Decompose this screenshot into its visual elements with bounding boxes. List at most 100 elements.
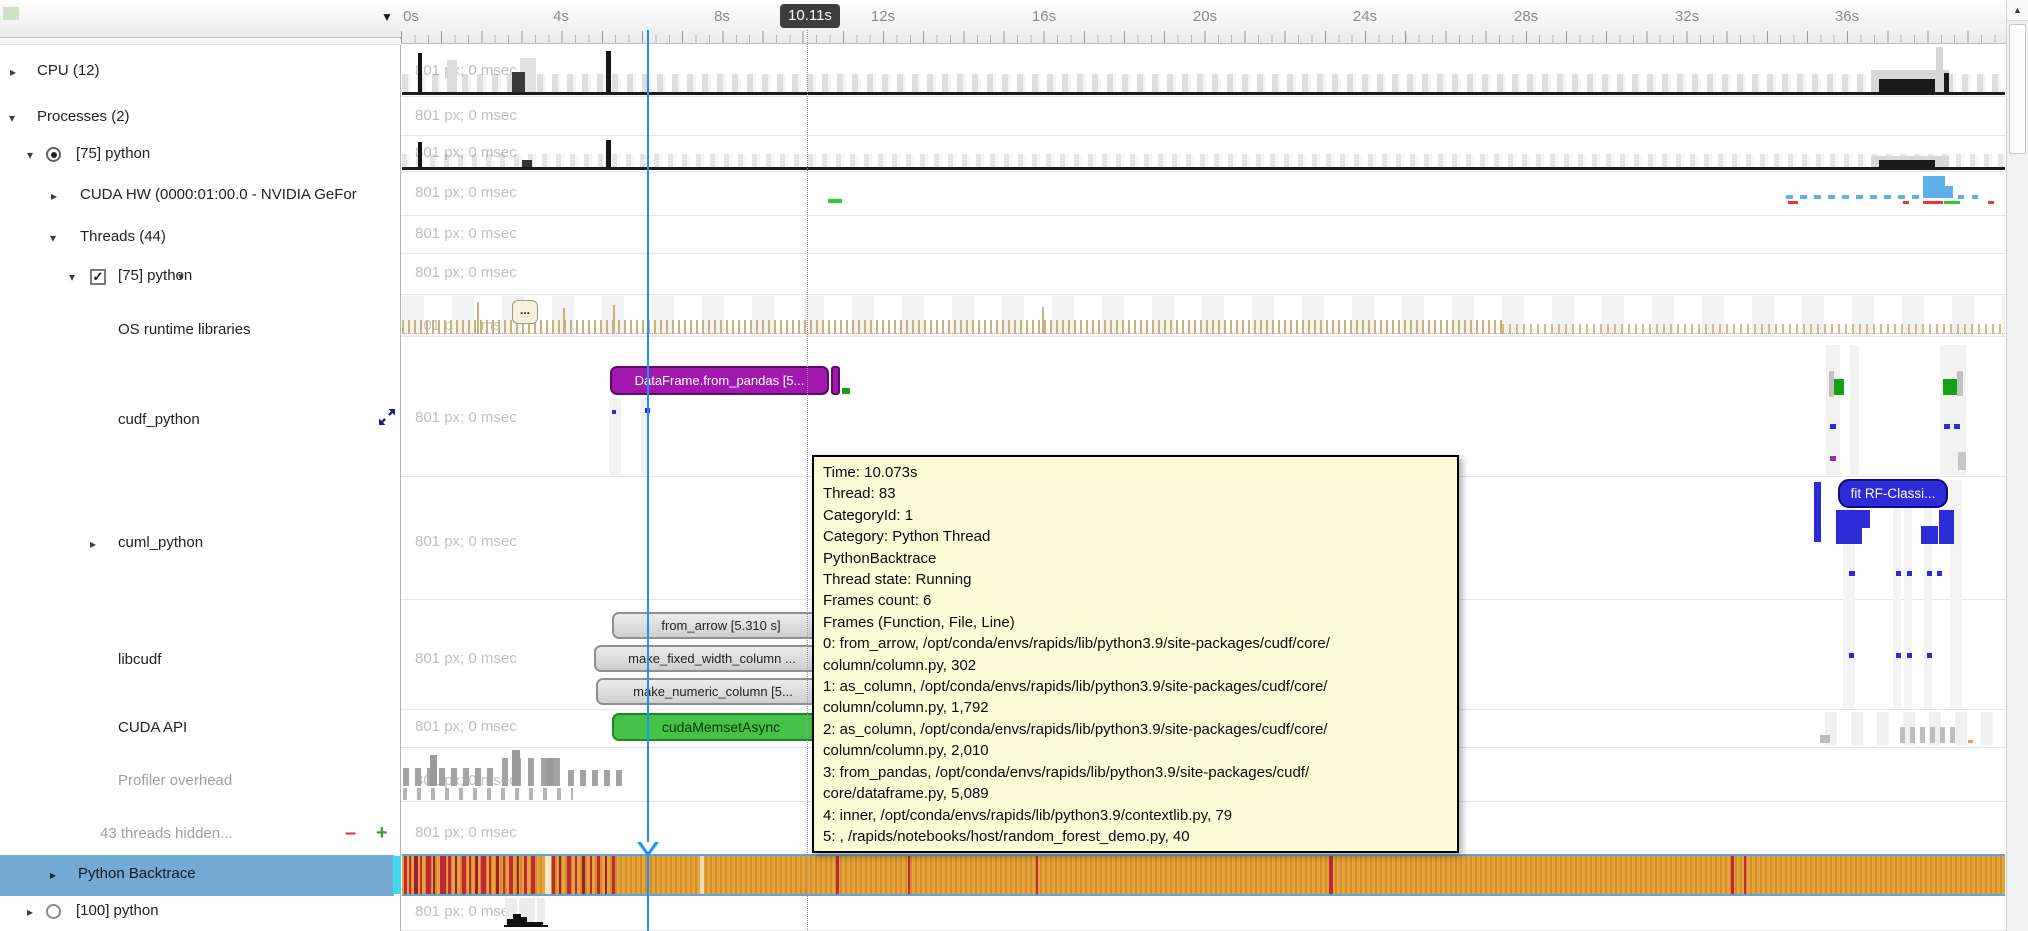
- sidebar-item-python-backtrace[interactable]: ▸ Python Backtrace: [0, 862, 400, 888]
- nvtx-range-make-fixed-width-column[interactable]: make_fixed_width_column ...: [594, 645, 830, 672]
- ruler-tick-label: 12s: [871, 8, 895, 25]
- backtrace-red-mark: [448, 856, 451, 894]
- thread-options-dropdown-icon[interactable]: ▾: [178, 268, 184, 286]
- scroll-up-icon[interactable]: ▲: [2007, 0, 2028, 21]
- hide-thread-minus-icon[interactable]: –: [345, 822, 356, 845]
- track-row-process100[interactable]: 801 px; 0 msec: [401, 896, 2006, 931]
- sidebar-item-cuda-hw[interactable]: ▸ CUDA HW (0000:01:00.0 - NVIDIA GeFor: [0, 183, 400, 209]
- backtrace-red-mark: [496, 856, 499, 894]
- python-frame-block[interactable]: [1836, 510, 1862, 544]
- nvtx-range-make-numeric-column[interactable]: make_numeric_column [5...: [596, 678, 830, 705]
- track-row-threads[interactable]: 801 px; 0 msec: [401, 216, 2006, 254]
- backtrace-red-mark: [1329, 856, 1333, 894]
- row-size-label: 801 px; 0 msec: [415, 184, 517, 201]
- process-radio-selected[interactable]: [46, 147, 61, 162]
- sidebar-item-profiler-overhead[interactable]: Profiler overhead: [0, 769, 400, 795]
- event-mark: [547, 758, 554, 786]
- event-mark: [1943, 379, 1958, 395]
- tooltip-line: 0: from_arrow, /opt/conda/envs/rapids/li…: [823, 633, 1448, 654]
- event-mark: [418, 53, 422, 92]
- os-runtime-collapsed-badge[interactable]: ...: [512, 300, 538, 324]
- tooltip-line: PythonBacktrace: [823, 548, 1448, 569]
- cuda-api-call-cudamemsetasync[interactable]: cudaMemsetAsync: [612, 713, 830, 741]
- sidebar-item-process-100-python[interactable]: ▸ [100] python: [0, 899, 400, 925]
- event-mark: [512, 750, 520, 786]
- nvtx-range-fit-rf-classifier[interactable]: fit RF-Classi...: [1838, 479, 1948, 508]
- expander-collapsed-icon[interactable]: ▸: [10, 63, 16, 81]
- expand-track-icon[interactable]: [378, 408, 396, 426]
- python-frame-block[interactable]: [1939, 510, 1954, 544]
- event-mark: [1957, 371, 1963, 396]
- python-frame-block[interactable]: [1862, 510, 1870, 528]
- timeline-cursor-line[interactable]: [647, 30, 649, 931]
- show-thread-plus-icon[interactable]: +: [376, 822, 388, 845]
- backtrace-red-mark: [597, 856, 600, 894]
- os-runtime-dotted-baseline: [402, 333, 2005, 334]
- sidebar-item-label: Processes (2): [37, 108, 130, 125]
- sidebar-item-process-75-python[interactable]: ▾ [75] python: [0, 142, 400, 168]
- thread-checkbox-checked[interactable]: ✓: [90, 269, 106, 285]
- track-row-cuda-hw[interactable]: 801 px; 0 msec: [401, 172, 2006, 216]
- nvtx-range-dataframe-from-pandas[interactable]: DataFrame.from_pandas [5...: [610, 366, 829, 395]
- tooltip-line: 2: as_column, /opt/conda/envs/rapids/lib…: [823, 719, 1448, 740]
- backtrace-red-mark: [1036, 856, 1038, 894]
- expander-expanded-icon[interactable]: ▾: [27, 146, 33, 164]
- nvtx-range-from-arrow[interactable]: from_arrow [5.310 s]: [612, 612, 830, 639]
- event-mark: [447, 60, 457, 92]
- ruler-tick-label: 16s: [1032, 8, 1056, 25]
- ruler-tick-label: 28s: [1514, 8, 1538, 25]
- expander-expanded-icon[interactable]: ▾: [50, 229, 56, 247]
- sidebar-item-label: [75] python: [76, 145, 150, 162]
- event-mark: [1923, 201, 1943, 204]
- sidebar-item-label: [100] python: [76, 902, 159, 919]
- sidebar-header[interactable]: ▼: [0, 0, 401, 38]
- sidebar-item-processes[interactable]: ▾ Processes (2): [0, 105, 400, 131]
- backtrace-selection-border-bottom: [402, 894, 2005, 896]
- sidebar-item-thread-75-python[interactable]: ▾ ✓ [75] python ▾: [0, 264, 400, 290]
- python-frame-block[interactable]: [1921, 526, 1938, 544]
- expander-expanded-icon[interactable]: ▾: [9, 109, 15, 127]
- timeline-ruler[interactable]: 0s 4s 8s 12s 16s 20s 24s 28s 32s 36s 10.…: [401, 0, 2006, 44]
- cpu-histogram-baseline: [402, 92, 2005, 95]
- sidebar-item-label: cuml_python: [118, 534, 203, 551]
- expander-collapsed-icon[interactable]: ▸: [51, 187, 57, 205]
- sidebar-item-label: Profiler overhead: [118, 772, 232, 789]
- track-row-processes[interactable]: 801 px; 0 msec: [401, 97, 2006, 136]
- event-mark: [1944, 201, 1960, 204]
- expander-collapsed-icon[interactable]: ▸: [90, 535, 96, 553]
- event-mark: [1820, 735, 1830, 743]
- sidebar-item-label: 43 threads hidden...: [100, 825, 233, 842]
- scrollbar-thumb[interactable]: [2009, 24, 2026, 154]
- event-mark: [1830, 424, 1836, 429]
- chevron-down-icon[interactable]: ▼: [381, 10, 393, 24]
- python-backtrace-track[interactable]: [402, 856, 2005, 894]
- vertical-scrollbar[interactable]: ▲: [2006, 0, 2028, 931]
- sidebar-item-cpu[interactable]: ▸ CPU (12): [0, 59, 400, 85]
- event-mark: [1936, 47, 1943, 92]
- expander-collapsed-icon[interactable]: ▸: [27, 903, 33, 921]
- event-mark: [1788, 201, 1798, 204]
- sidebar-item-libcudf[interactable]: libcudf: [0, 648, 400, 674]
- row-size-label: 801 px; 0 msec: [415, 225, 517, 242]
- track-row-thread75-state[interactable]: 801 px; 0 msec: [401, 254, 2006, 295]
- backtrace-red-mark: [590, 856, 592, 894]
- python-frame-block[interactable]: [1814, 482, 1821, 542]
- expander-expanded-icon[interactable]: ▾: [69, 268, 75, 286]
- process-radio-unselected[interactable]: [46, 904, 61, 919]
- ruler-tick-label: 4s: [553, 8, 569, 25]
- sidebar-item-label: CUDA HW (0000:01:00.0 - NVIDIA GeFor: [80, 186, 357, 203]
- sidebar-item-cuml-python[interactable]: ▸ cuml_python: [0, 531, 400, 557]
- sidebar-item-threads[interactable]: ▾ Threads (44): [0, 225, 400, 251]
- backtrace-red-mark: [475, 856, 478, 894]
- expander-collapsed-icon[interactable]: ▸: [50, 866, 56, 884]
- backtrace-red-mark: [409, 856, 411, 894]
- sidebar-item-cuda-api[interactable]: CUDA API: [0, 716, 400, 742]
- sidebar-item-cudf-python[interactable]: cudf_python: [0, 408, 400, 434]
- sidebar-item-os-runtime[interactable]: OS runtime libraries: [0, 318, 400, 344]
- column-band: [1924, 480, 1932, 708]
- sidebar-item-threads-hidden[interactable]: 43 threads hidden... – +: [0, 822, 400, 848]
- nvtx-range-segment[interactable]: [831, 366, 840, 395]
- backtrace-red-mark: [612, 856, 615, 894]
- backtrace-red-mark: [433, 856, 435, 894]
- cuda-hw-memory-mark: [828, 199, 842, 203]
